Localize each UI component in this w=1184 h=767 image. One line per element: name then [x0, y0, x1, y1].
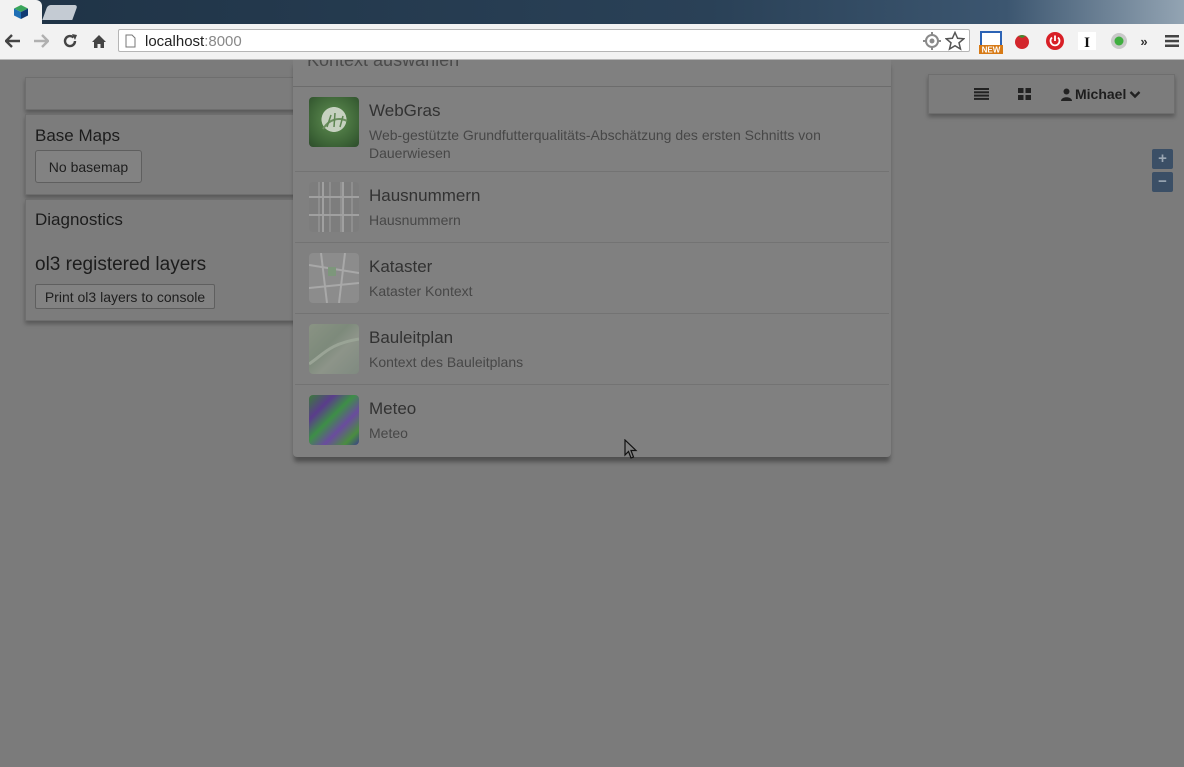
item-description: Kataster Kontext	[369, 283, 473, 299]
new-tab-button[interactable]	[42, 5, 78, 20]
context-item-hausnummern[interactable]: Hausnummern Hausnummern	[295, 172, 889, 243]
screen-capture-new-icon: NEW	[979, 31, 1003, 55]
green-dot-icon	[1111, 33, 1127, 49]
zoom-in-button[interactable]: +	[1152, 149, 1173, 169]
hausnummern-thumbnail	[309, 182, 359, 232]
user-icon	[1061, 88, 1072, 101]
forward-arrow-icon	[34, 34, 49, 48]
i-icon: I	[1078, 32, 1096, 50]
hamburger-menu-icon	[1165, 35, 1179, 47]
item-description: Hausnummern	[369, 212, 461, 228]
forward-button[interactable]	[30, 29, 52, 53]
tomato-extension[interactable]	[1011, 30, 1033, 52]
street-map-icon	[309, 182, 359, 232]
item-title: Kataster	[369, 257, 433, 276]
map-page[interactable]: Base Maps No basemap Diagnostics ol3 reg…	[0, 60, 1184, 767]
browser-tab-active[interactable]	[0, 0, 42, 24]
address-bar[interactable]: localhost:8000	[118, 29, 970, 52]
item-description: Web-gestützte Grundfutterqualitäts-Absch…	[369, 127, 821, 161]
mouse-cursor-icon	[624, 439, 638, 459]
list-icon[interactable]	[974, 88, 989, 100]
back-button[interactable]	[2, 29, 24, 53]
zoning-plan-icon	[309, 337, 359, 366]
print-layers-button[interactable]: Print ol3 layers to console	[35, 284, 215, 309]
chrome-menu-button[interactable]	[1161, 30, 1183, 52]
browser-tab-strip	[0, 0, 1184, 24]
ol3-layers-heading: ol3 registered layers	[35, 254, 207, 275]
grid-icon[interactable]	[1018, 88, 1031, 100]
tomato-icon	[1015, 35, 1029, 49]
user-menu-panel: Michael	[928, 74, 1175, 114]
page-icon	[125, 34, 136, 48]
cadastre-map-icon	[309, 253, 359, 303]
back-arrow-icon	[5, 34, 20, 48]
i-extension[interactable]: I	[1076, 30, 1098, 52]
power-extension[interactable]	[1044, 30, 1066, 52]
bauleitplan-thumbnail	[309, 324, 359, 374]
grass-logo-icon	[322, 112, 348, 130]
home-icon	[92, 34, 106, 48]
svg-text:I: I	[1084, 35, 1090, 50]
reload-icon	[63, 34, 77, 48]
diagnostics-title: Diagnostics	[35, 210, 123, 229]
context-item-kataster[interactable]: Kataster Kataster Kontext	[295, 243, 889, 314]
url-text: localhost:8000	[145, 33, 242, 50]
no-basemap-button[interactable]: No basemap	[35, 150, 142, 183]
modal-header: Kontext auswählen	[293, 60, 891, 87]
svg-text:NEW: NEW	[982, 46, 1001, 55]
context-item-bauleitplan[interactable]: Bauleitplan Kontext des Bauleitplans	[295, 314, 889, 385]
item-title: Meteo	[369, 399, 417, 418]
cube-favicon-icon	[14, 5, 28, 19]
user-dropdown[interactable]: Michael	[1061, 86, 1141, 102]
item-title: Hausnummern	[369, 186, 481, 205]
location-target-icon[interactable]	[923, 32, 941, 50]
webgras-thumbnail	[309, 97, 359, 147]
chevron-double-right-icon: »	[1140, 33, 1148, 49]
bookmark-star-icon[interactable]	[945, 31, 965, 51]
power-icon	[1046, 32, 1064, 50]
screen-capture-extension[interactable]: NEW	[978, 29, 1004, 55]
base-maps-title: Base Maps	[35, 126, 121, 145]
green-dot-extension[interactable]	[1108, 30, 1130, 52]
modal-title: Kontext auswählen	[307, 60, 460, 70]
browser-toolbar: localhost:8000 NEW I »	[0, 24, 1184, 60]
context-select-modal: Kontext auswählen WebGras Web-gestützte …	[293, 60, 891, 457]
item-description: Kontext des Bauleitplans	[369, 354, 524, 370]
item-title: Bauleitplan	[369, 328, 454, 347]
reload-button[interactable]	[59, 29, 81, 53]
extensions-overflow-button[interactable]: »	[1136, 30, 1152, 52]
kataster-thumbnail	[309, 253, 359, 303]
context-item-meteo[interactable]: Meteo Meteo	[295, 385, 889, 457]
meteo-thumbnail	[309, 395, 359, 445]
chevron-down-icon	[1130, 90, 1141, 98]
zoom-out-button[interactable]: −	[1152, 172, 1173, 192]
url-host: localhost	[145, 33, 205, 50]
context-item-webgras[interactable]: WebGras Web-gestützte Grundfutterqualitä…	[295, 87, 889, 172]
item-description: Meteo	[369, 425, 408, 441]
home-button[interactable]	[88, 29, 110, 53]
url-port: :8000	[204, 33, 242, 50]
item-title: WebGras	[369, 101, 441, 120]
user-name: Michael	[1075, 86, 1127, 102]
